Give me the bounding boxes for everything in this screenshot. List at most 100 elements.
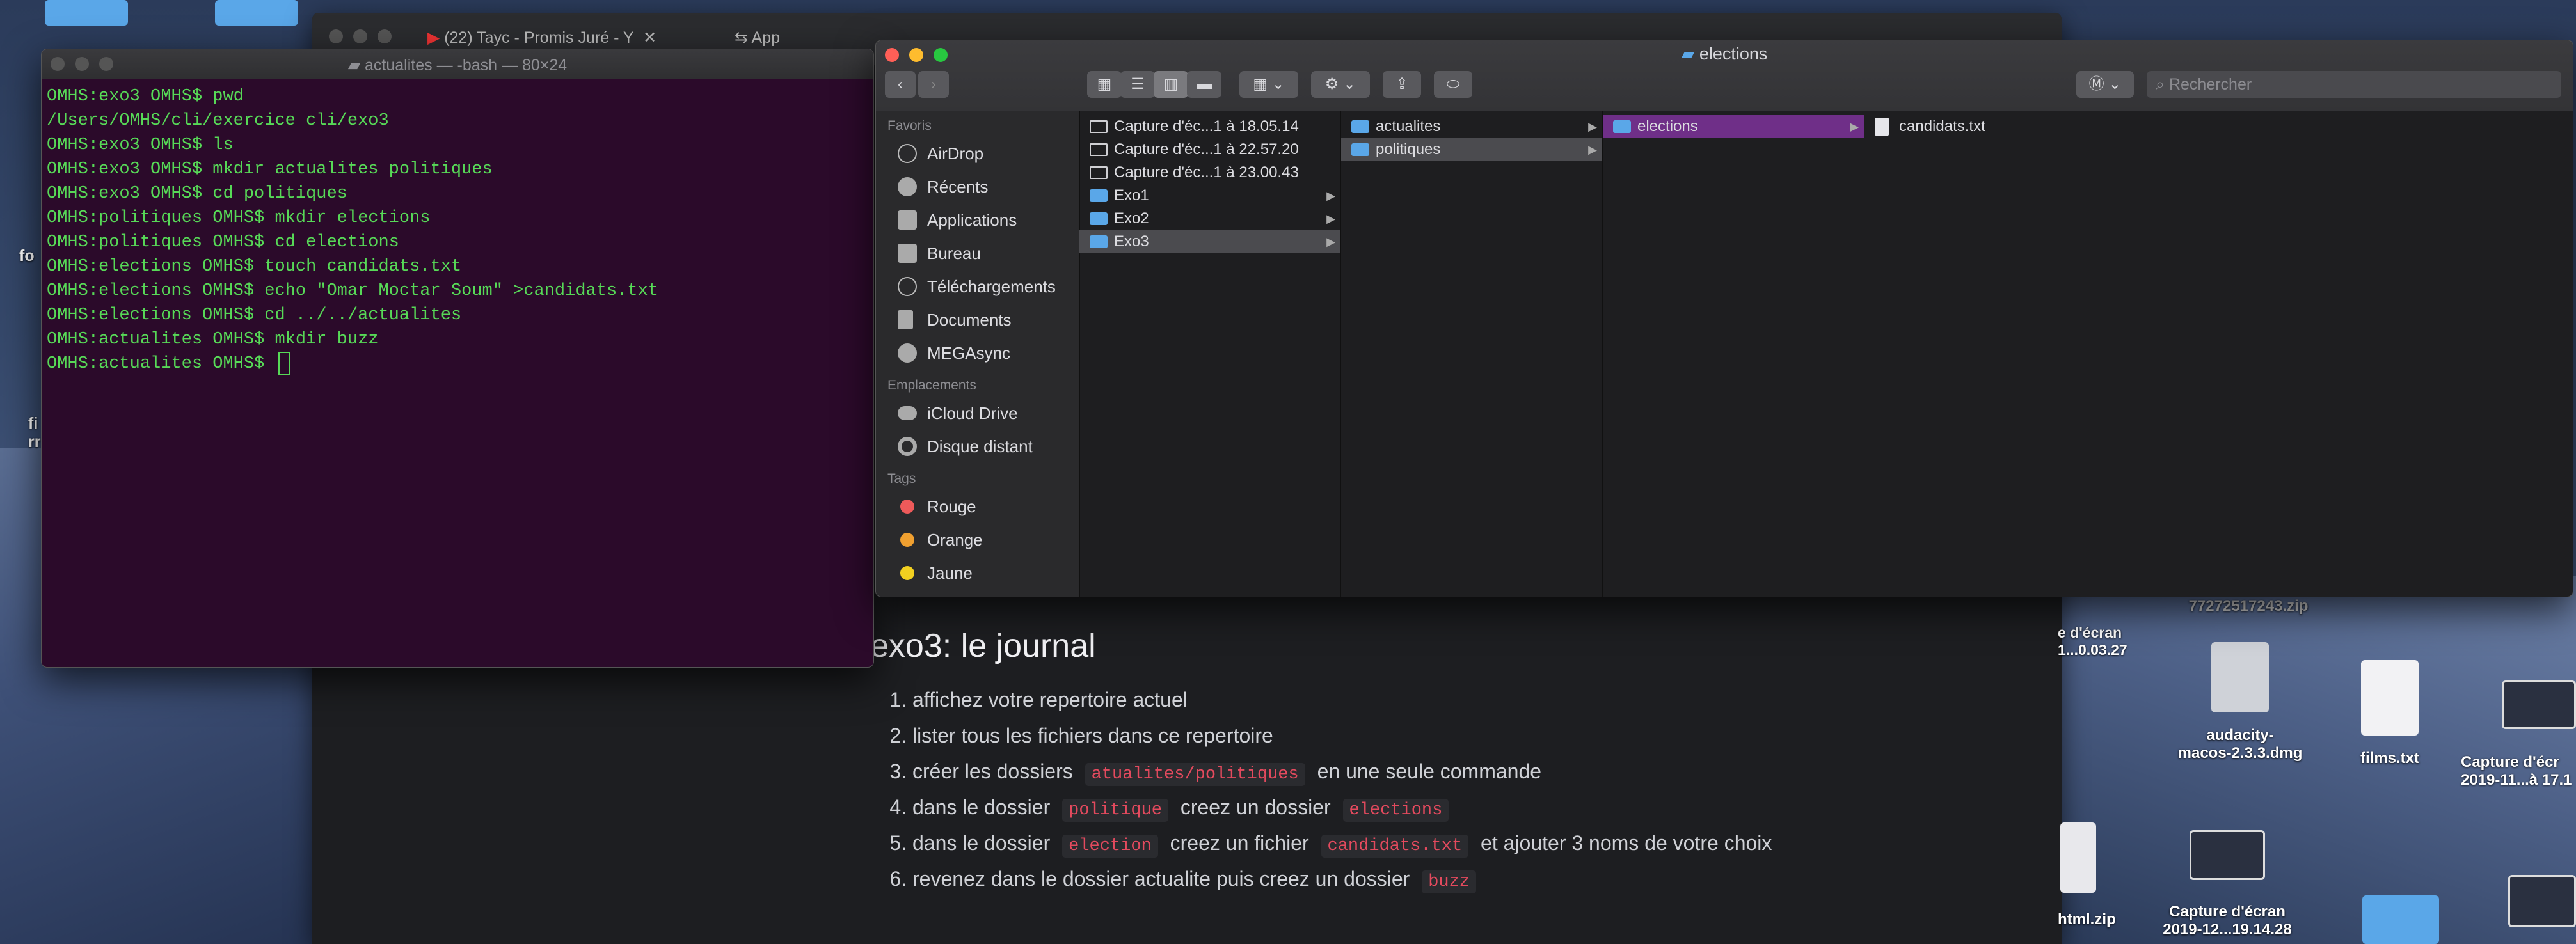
gear-icon: ⚙ ⌄ xyxy=(1324,75,1356,93)
desktop-label-html-zip[interactable]: html.zip xyxy=(2058,911,2135,929)
gallery-view-button[interactable]: ▬ xyxy=(1187,71,1221,98)
share-button[interactable]: ⇪ xyxy=(1383,71,1421,98)
action-button[interactable]: ⚙ ⌄ xyxy=(1311,71,1370,98)
finder-title-text: elections xyxy=(1699,44,1768,63)
list-item[interactable]: Exo3 ▶ xyxy=(1079,230,1340,253)
terminal-line: OMHS:politiques OMHS$ mkdir elections xyxy=(47,208,431,228)
sidebar-item-label: Jaune xyxy=(927,563,973,583)
instruction-text: lister tous les fichiers dans ce reperto… xyxy=(912,724,1273,747)
sidebar-item-bureau[interactable]: Bureau xyxy=(876,237,1079,270)
sidebar-item-applications[interactable]: Applications xyxy=(876,203,1079,237)
desktop-folder-icon-3[interactable] xyxy=(2362,895,2439,944)
terminal-titlebar[interactable]: ▰ actualites — -bash — 80×24 xyxy=(42,49,873,79)
dmg-icon[interactable] xyxy=(2211,642,2269,712)
folder-icon xyxy=(1351,143,1369,156)
instruction-item: dans le dossier politique creez un dossi… xyxy=(912,789,1772,825)
desktop-label-capture-bottom[interactable]: Capture d'écran 2019-12...19.14.28 xyxy=(2141,903,2314,939)
sidebar-tag-red[interactable]: Rouge xyxy=(876,490,1079,523)
txt-file-icon[interactable] xyxy=(2361,660,2419,736)
sidebar-item-downloads[interactable]: Téléchargements xyxy=(876,270,1079,303)
list-item[interactable]: Exo2 ▶ xyxy=(1079,207,1340,230)
zip-icon[interactable] xyxy=(2060,822,2096,893)
sidebar-item-documents[interactable]: Documents xyxy=(876,303,1079,336)
desktop-label-capture-left[interactable]: e d'écran 1...0.03.27 xyxy=(2058,624,2147,659)
desktop-folder-icon[interactable] xyxy=(45,0,128,26)
inline-code: buzz xyxy=(1422,870,1477,893)
folder-icon xyxy=(1090,189,1108,202)
sidebar-item-remote-disk[interactable]: Disque distant xyxy=(876,430,1079,463)
browser-minimize-button[interactable] xyxy=(353,29,367,43)
folder-icon xyxy=(1613,120,1631,133)
terminal-line: /Users/OMHS/cli/exercice cli/exo3 xyxy=(47,111,389,130)
terminal-title-text: actualites — -bash — 80×24 xyxy=(365,56,568,74)
sidebar-item-megasync[interactable]: MEGAsync xyxy=(876,336,1079,370)
tab-youtube[interactable]: ▶ (22) Tayc - Promis Juré - Y ✕ xyxy=(427,24,703,51)
red-tag-icon xyxy=(900,500,914,514)
list-view-button[interactable]: ☰ xyxy=(1120,71,1155,98)
browser-zoom-button[interactable] xyxy=(378,29,392,43)
desktop-label-audacity[interactable]: audacity- macos-2.3.3.dmg xyxy=(2154,727,2326,762)
finder-column-2: actualites ▶ politiques ▶ xyxy=(1341,111,1603,597)
sidebar-item-icloud[interactable]: iCloud Drive xyxy=(876,397,1079,430)
sidebar-item-label: MEGAsync xyxy=(927,343,1011,363)
search-field[interactable]: ⌕ Rechercher xyxy=(2147,71,2561,98)
close-icon[interactable]: ✕ xyxy=(643,29,656,47)
list-item[interactable]: actualites ▶ xyxy=(1341,115,1602,138)
instruction-list: affichez votre repertoire actuel lister … xyxy=(870,682,1772,897)
terminal-output[interactable]: OMHS:exo3 OMHS$ pwd /Users/OMHS/cli/exer… xyxy=(42,79,873,376)
sidebar-item-recents[interactable]: Récents xyxy=(876,170,1079,203)
screenshot-thumbnail-icon-3[interactable] xyxy=(2508,875,2576,927)
terminal-line: OMHS:elections OMHS$ touch candidats.txt xyxy=(47,257,462,276)
list-item[interactable]: politiques ▶ xyxy=(1341,138,1602,161)
sidebar-item-airdrop[interactable]: AirDrop xyxy=(876,137,1079,170)
finder-toolbar: ▰ elections ‹ › ▦ ☰ ▥ ▬ ▦ ⌄ ⚙ ⌄ ⇪ ⬭ Ⓜ ⌄ … xyxy=(876,40,2573,111)
desktop-label-capture-right[interactable]: Capture d'écr 2019-11...à 17.1 xyxy=(2461,753,2576,789)
terminal-prompt-line[interactable]: OMHS:actualites OMHS$ xyxy=(47,352,873,376)
folder-icon xyxy=(1351,120,1369,133)
cloud-icon xyxy=(898,406,917,420)
megasync-icon: Ⓜ ⌄ xyxy=(2088,75,2122,93)
finder-sidebar: Favoris AirDrop Récents Applications Bur… xyxy=(876,111,1080,597)
group-button[interactable]: ▦ ⌄ xyxy=(1239,71,1298,98)
list-item[interactable]: candidats.txt xyxy=(1864,115,2126,138)
list-item[interactable]: Exo1 ▶ xyxy=(1079,184,1340,207)
column-view-button[interactable]: ▥ xyxy=(1154,71,1188,98)
sidebar-item-label: Bureau xyxy=(927,244,981,263)
grid-icon: ▦ xyxy=(1097,75,1112,93)
terminal-window[interactable]: ▰ actualites — -bash — 80×24 OMHS:exo3 O… xyxy=(41,49,874,668)
sidebar-tag-yellow[interactable]: Jaune xyxy=(876,556,1079,590)
list-item[interactable]: Capture d'éc...1 à 18.05.14 xyxy=(1079,115,1340,138)
sidebar-item-label: Disque distant xyxy=(927,437,1033,456)
list-item[interactable]: Capture d'éc...1 à 23.00.43 xyxy=(1079,161,1340,184)
inline-code: atualites/politiques xyxy=(1085,763,1305,786)
forward-button[interactable]: › xyxy=(918,71,949,98)
search-placeholder: Rechercher xyxy=(2168,75,2252,93)
chevron-right-icon: ▶ xyxy=(1850,120,1859,133)
finder-window[interactable]: ▰ elections ‹ › ▦ ☰ ▥ ▬ ▦ ⌄ ⚙ ⌄ ⇪ ⬭ Ⓜ ⌄ … xyxy=(875,40,2573,597)
finder-column-4: candidats.txt xyxy=(1864,111,2126,597)
icon-view-button[interactable]: ▦ xyxy=(1087,71,1122,98)
list-item[interactable]: Capture d'éc...1 à 22.57.20 xyxy=(1079,138,1340,161)
desktop-label-films[interactable]: films.txt xyxy=(2329,750,2451,767)
desktop-folder-icon-2[interactable] xyxy=(215,0,298,26)
sidebar-item-label: Orange xyxy=(927,530,983,549)
instruction-text: creez un dossier xyxy=(1174,796,1337,819)
back-button[interactable]: ‹ xyxy=(885,71,916,98)
instruction-text: affichez votre repertoire actuel xyxy=(912,688,1188,711)
inline-code: candidats.txt xyxy=(1321,835,1469,858)
tab-youtube-label: (22) Tayc - Promis Juré - Y xyxy=(444,29,634,47)
doc-heading: exo3: le journal xyxy=(870,627,1096,665)
file-name: candidats.txt xyxy=(1899,118,1985,135)
sidebar-tag-orange[interactable]: Orange xyxy=(876,523,1079,556)
desktop-label-zip[interactable]: 77272517243.zip xyxy=(2178,597,2319,615)
megasync-button[interactable]: Ⓜ ⌄ xyxy=(2076,71,2134,98)
folder-icon xyxy=(1090,212,1108,225)
screenshot-thumbnail-icon[interactable] xyxy=(2502,680,2576,729)
terminal-line: OMHS:exo3 OMHS$ ls xyxy=(47,136,234,155)
tag-button[interactable]: ⬭ xyxy=(1434,71,1472,98)
browser-close-button[interactable] xyxy=(329,29,343,43)
terminal-line: OMHS:exo3 OMHS$ pwd xyxy=(47,87,244,106)
screenshot-thumbnail-icon-2[interactable] xyxy=(2190,830,2265,880)
instruction-item: dans le dossier election creez un fichie… xyxy=(912,825,1772,861)
list-item[interactable]: elections ▶ xyxy=(1603,115,1864,138)
